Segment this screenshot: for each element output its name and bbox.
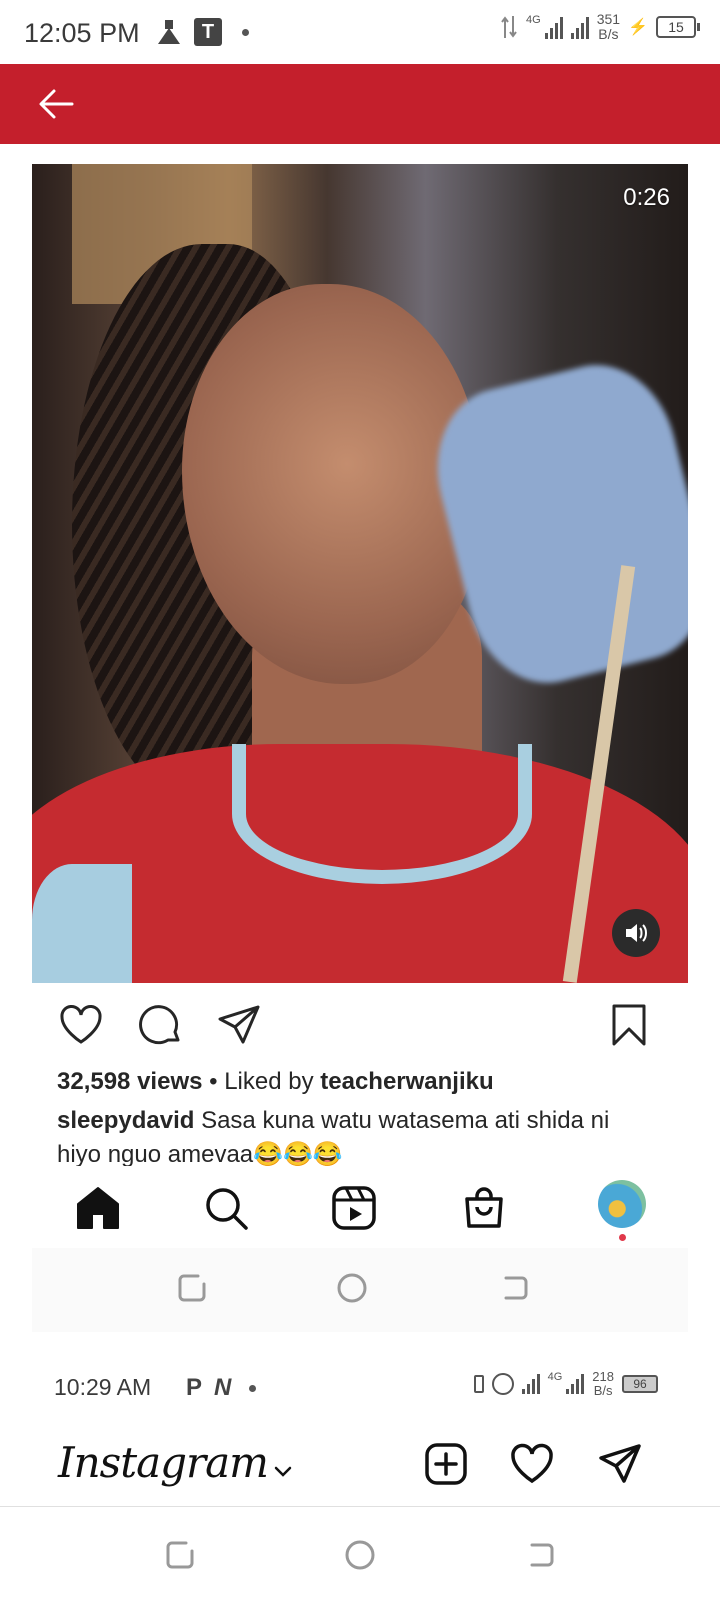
inner-network-type: 4G bbox=[547, 1371, 563, 1383]
volume-button[interactable] bbox=[612, 909, 660, 957]
signal-2-icon bbox=[570, 15, 589, 39]
arrow-left-icon[interactable] bbox=[34, 82, 78, 126]
signal-2-icon bbox=[566, 1374, 585, 1394]
profile-avatar[interactable] bbox=[598, 1180, 646, 1228]
chevron-down-icon[interactable] bbox=[272, 1460, 294, 1482]
recents-icon[interactable] bbox=[164, 1539, 196, 1571]
flask-icon bbox=[158, 20, 180, 44]
p-app-icon: P bbox=[186, 1374, 203, 1401]
battery-icon: 96 bbox=[622, 1375, 658, 1393]
signal-icon bbox=[544, 15, 563, 39]
caption-username[interactable]: sleepydavid bbox=[57, 1107, 194, 1134]
heart-icon[interactable] bbox=[58, 1002, 104, 1048]
direct-message-icon[interactable] bbox=[598, 1442, 642, 1486]
view-count: 32,598 views bbox=[57, 1068, 203, 1095]
volume-icon bbox=[626, 924, 647, 942]
home-circle-icon[interactable] bbox=[336, 1272, 368, 1304]
t-app-icon: T bbox=[194, 18, 222, 46]
bookmark-icon[interactable] bbox=[606, 1002, 652, 1048]
notification-dot-icon bbox=[249, 1384, 257, 1392]
recents-icon[interactable] bbox=[176, 1272, 208, 1304]
app-header bbox=[0, 64, 720, 144]
back-icon[interactable] bbox=[498, 1272, 530, 1304]
data-arrows-icon bbox=[501, 16, 517, 38]
back-icon[interactable] bbox=[524, 1539, 556, 1571]
home-circle-icon[interactable] bbox=[344, 1539, 376, 1571]
n-app-icon: N bbox=[214, 1374, 232, 1401]
vibrate-icon bbox=[473, 1375, 484, 1393]
status-time: 12:05 PM bbox=[24, 18, 140, 48]
bottom-nav bbox=[32, 1172, 688, 1248]
inner-net-speed: 218 B/s bbox=[592, 1369, 614, 1398]
shop-icon[interactable] bbox=[460, 1184, 508, 1232]
inner-status-right-icons: 4G 218 B/s 96 bbox=[473, 1369, 658, 1398]
instagram-header: Instagram bbox=[32, 1436, 688, 1506]
inner-status-bar: 10:29 AM P N 4G 218 B/s 96 bbox=[32, 1370, 688, 1420]
share-icon[interactable] bbox=[216, 1002, 262, 1048]
inner-status-time: 10:29 AM bbox=[54, 1374, 152, 1400]
add-post-icon[interactable] bbox=[424, 1442, 468, 1486]
inner-gesture-bar bbox=[32, 1248, 688, 1332]
net-speed: 351 B/s bbox=[596, 11, 621, 42]
views-and-likes: 32,598 views • Liked by teacherwanjiku bbox=[57, 1068, 494, 1095]
comment-icon[interactable] bbox=[138, 1002, 184, 1048]
status-left-icons: T bbox=[158, 18, 249, 46]
network-type: 4G bbox=[526, 14, 541, 26]
notification-dot-icon bbox=[242, 28, 249, 36]
heart-icon[interactable] bbox=[510, 1442, 554, 1486]
notification-dot-icon bbox=[619, 1234, 626, 1241]
video-duration: 0:26 bbox=[623, 184, 670, 211]
status-bar: 12:05 PM T 4G 351 B/s ⚡ 15 bbox=[0, 0, 720, 64]
system-gesture-bar bbox=[0, 1506, 720, 1600]
post-caption: sleepydavid Sasa kuna watu watasema ati … bbox=[57, 1104, 657, 1166]
charging-bolt-icon: ⚡ bbox=[628, 19, 648, 36]
signal-icon bbox=[521, 1374, 540, 1394]
liked-by-user[interactable]: teacherwanjiku bbox=[320, 1068, 493, 1095]
status-right-icons: 4G 351 B/s ⚡ 15 bbox=[500, 11, 700, 42]
alarm-icon bbox=[491, 1373, 514, 1395]
inner-status-left-icons: P N bbox=[186, 1374, 257, 1402]
search-icon[interactable] bbox=[202, 1184, 250, 1232]
home-icon[interactable] bbox=[74, 1184, 122, 1232]
video-player[interactable]: 0:26 bbox=[32, 164, 688, 983]
post-actions bbox=[56, 998, 662, 1054]
instagram-logo[interactable]: Instagram bbox=[58, 1438, 269, 1487]
reels-icon[interactable] bbox=[330, 1184, 378, 1232]
battery-icon: 15 bbox=[656, 16, 700, 38]
